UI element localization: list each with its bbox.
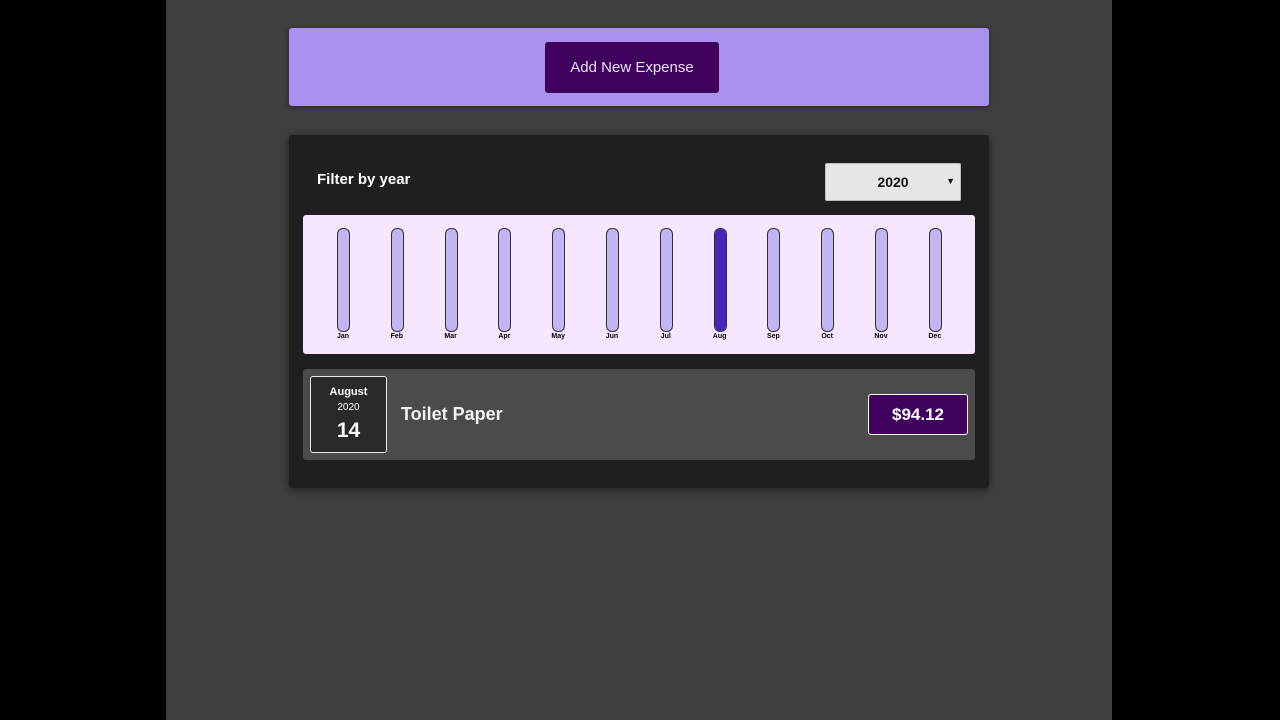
- chart-bar-track: [337, 228, 350, 332]
- chart-bar-mar: Mar: [431, 228, 471, 346]
- chart-bar-track: [390, 228, 404, 332]
- chart-bar-sep: Sep: [753, 228, 793, 346]
- chart-bar-track: [821, 228, 835, 332]
- chart-bar-may: May: [538, 228, 578, 346]
- chart-bar-label: Aug: [712, 333, 727, 340]
- chart-bar-label: May: [551, 333, 565, 340]
- chart-bar-label: Jun: [605, 333, 619, 340]
- chart-bar-track: [606, 228, 619, 332]
- chart-bar-label: Mar: [444, 333, 457, 340]
- chart-bar-label: Nov: [874, 333, 888, 340]
- chart-bar-track: [713, 228, 727, 332]
- expense-date-month: August: [329, 386, 368, 398]
- new-expense-panel: Add New Expense: [289, 28, 989, 106]
- chart-bar-label: Apr: [498, 333, 511, 340]
- chart-bar-track: [444, 228, 458, 332]
- chart-bar-aug: Aug: [700, 228, 740, 346]
- expenses-panel: Filter by year 2020 ▼ Jan Feb Mar Apr May Jun…: [289, 135, 989, 488]
- chart-bar-track: [498, 228, 512, 332]
- chart-bar-feb: Feb: [377, 228, 417, 346]
- chart-bar-jan: Jan: [323, 228, 363, 346]
- selected-year: 2020: [877, 174, 909, 190]
- chart-bar-nov: Nov: [861, 228, 901, 346]
- chart-bar-jun: Jun: [592, 228, 632, 346]
- filter-label: Filter by year: [317, 171, 411, 188]
- expense-date-year: 2020: [337, 402, 360, 413]
- year-filter-select[interactable]: 2020 ▼: [825, 163, 961, 201]
- chart-bar-label: Jan: [336, 333, 350, 340]
- chart-bar-track: [928, 228, 942, 332]
- chart-bar-label: Jul: [660, 333, 671, 340]
- chart-bar-track: [875, 228, 888, 332]
- chart-bar-oct: Oct: [807, 228, 847, 346]
- chart-bar-track: [659, 228, 673, 332]
- add-new-expense-button[interactable]: Add New Expense: [545, 42, 719, 93]
- chart-bar-fill: [714, 229, 726, 331]
- expense-title: Toilet Paper: [401, 404, 503, 424]
- chart-bar-apr: Apr: [484, 228, 524, 346]
- chart-bar-track: [767, 228, 781, 332]
- chart-bar-label: Sep: [766, 333, 780, 340]
- chart-bar-track: [552, 228, 566, 332]
- chart-bar-jul: Jul: [646, 228, 686, 346]
- app-container: Add New Expense Filter by year 2020 ▼ Ja…: [166, 0, 1112, 720]
- expense-amount: $94.12: [868, 394, 968, 435]
- expenses-chart: Jan Feb Mar Apr May Jun Jul Aug Sep Oct Nov Dec: [303, 215, 975, 354]
- chevron-down-icon: ▼: [946, 176, 955, 186]
- chart-bar-label: Feb: [390, 333, 404, 340]
- expense-date: August 2020 14: [310, 376, 387, 453]
- expense-item: August 2020 14 Toilet Paper $94.12: [303, 369, 975, 460]
- expense-date-day: 14: [336, 419, 361, 442]
- chart-bar-label: Oct: [821, 333, 834, 340]
- chart-bar-dec: Dec: [915, 228, 955, 346]
- chart-bar-label: Dec: [928, 333, 942, 340]
